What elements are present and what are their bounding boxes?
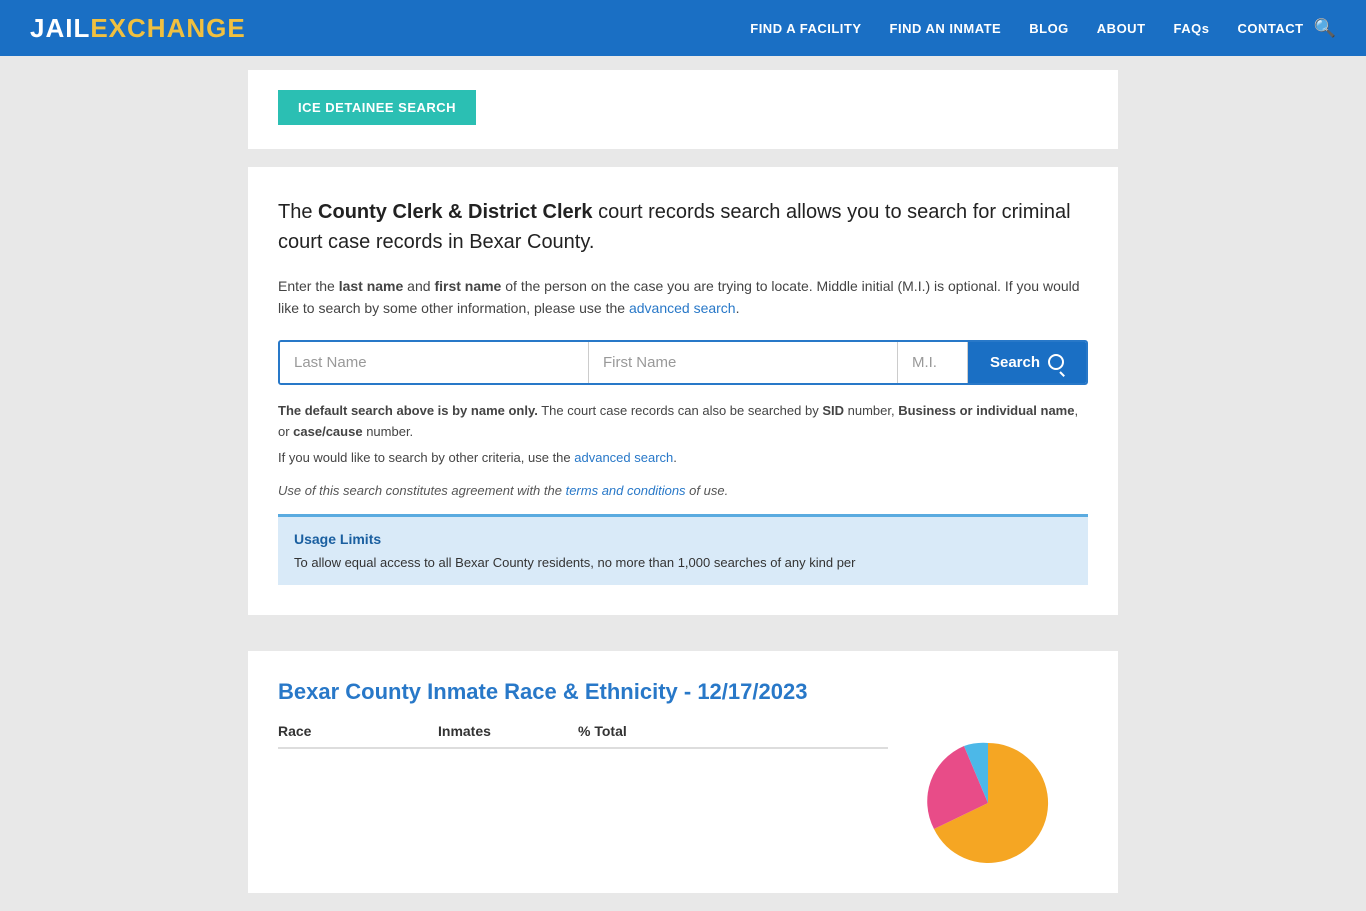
ice-section: ICE DETAINEE SEARCH xyxy=(248,70,1118,149)
usage-limits-box: Usage Limits To allow equal access to al… xyxy=(278,514,1088,585)
search-button[interactable]: Search xyxy=(968,342,1086,383)
brand-jail: JAIL xyxy=(30,13,90,44)
bexar-section: Bexar County Inmate Race & Ethnicity - 1… xyxy=(248,651,1118,893)
terms-note: Use of this search constitutes agreement… xyxy=(278,483,1088,498)
nav-link-contact[interactable]: CONTACT xyxy=(1237,21,1303,36)
terms-link[interactable]: terms and conditions xyxy=(566,483,686,498)
nav-links: FIND A FACILITY FIND AN INMATE BLOG ABOUT FA… xyxy=(750,20,1303,37)
col-inmates-header: Inmates xyxy=(438,723,578,739)
nav-link-about[interactable]: ABOUT xyxy=(1097,21,1146,36)
ice-detainee-search-button[interactable]: ICE DETAINEE SEARCH xyxy=(278,90,476,125)
bexar-table: Race Inmates % Total xyxy=(278,723,888,749)
bexar-title: Bexar County Inmate Race & Ethnicity - 1… xyxy=(278,679,1088,705)
bexar-content-row: Race Inmates % Total xyxy=(278,723,1088,873)
navbar: JAIL EXCHANGE FIND A FACILITY FIND AN INM… xyxy=(0,0,1366,56)
nav-link-faqs[interactable]: FAQs xyxy=(1174,21,1210,36)
bexar-table-header: Race Inmates % Total xyxy=(278,723,888,749)
search-form: Search xyxy=(278,340,1088,385)
last-name-input[interactable] xyxy=(280,342,589,383)
nav-link-find-facility[interactable]: FIND A FACILITY xyxy=(750,21,861,36)
court-desc: Enter the last name and first name of th… xyxy=(278,275,1088,320)
brand-exchange: EXCHANGE xyxy=(90,13,245,44)
court-section: The County Clerk & District Clerk court … xyxy=(248,167,1118,615)
col-race-header: Race xyxy=(278,723,438,739)
search-note-1: The default search above is by name only… xyxy=(278,401,1088,443)
advanced-search-link-top[interactable]: advanced search xyxy=(629,300,736,316)
nav-link-find-inmate[interactable]: FIND AN INMATE xyxy=(890,21,1002,36)
advanced-search-link-bottom[interactable]: advanced search xyxy=(574,450,673,465)
bexar-chart xyxy=(888,723,1088,873)
court-title-bold: County Clerk & District Clerk xyxy=(318,201,593,223)
nav-search-icon[interactable]: 🔍 xyxy=(1314,18,1336,39)
usage-limits-text: To allow equal access to all Bexar Count… xyxy=(294,553,1072,573)
search-note-2: If you would like to search by other cri… xyxy=(278,448,1088,469)
mi-input[interactable] xyxy=(898,342,968,383)
nav-link-blog[interactable]: BLOG xyxy=(1029,21,1069,36)
usage-limits-title: Usage Limits xyxy=(294,531,1072,547)
pie-chart xyxy=(908,733,1068,873)
court-title: The County Clerk & District Clerk court … xyxy=(278,197,1088,257)
col-pct-header: % Total xyxy=(578,723,678,739)
search-magnifier-icon xyxy=(1048,354,1064,370)
search-button-label: Search xyxy=(990,354,1040,371)
first-name-input[interactable] xyxy=(589,342,898,383)
brand-logo[interactable]: JAIL EXCHANGE xyxy=(30,13,246,44)
